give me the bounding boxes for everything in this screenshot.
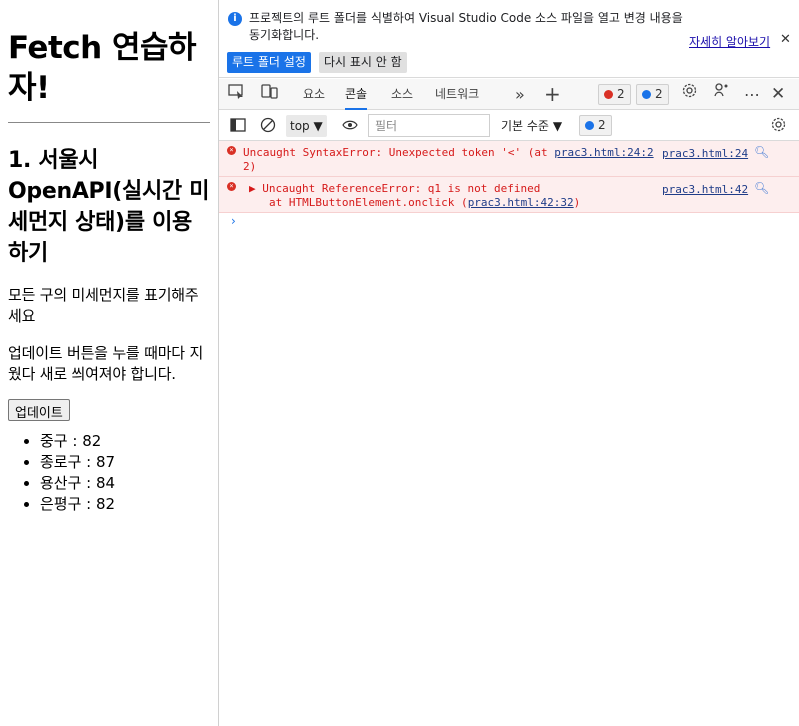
section-heading: 1. 서울시 OpenAPI(실시간 미세먼지 상태)를 이용하기 <box>8 148 210 266</box>
district-list: 중구 : 82 종로구 : 87 용산구 : 84 은평구 : 82 <box>8 431 210 515</box>
search-icon[interactable]: 🔍︎ <box>754 181 769 195</box>
message-icon <box>642 90 651 99</box>
settings-gear-icon[interactable] <box>681 79 698 110</box>
error-text: ▶ Uncaught ReferenceError: q1 is not def… <box>249 182 541 195</box>
sidebar-toggle-icon[interactable] <box>230 111 246 141</box>
error-icon: × <box>227 146 236 155</box>
tab-console[interactable]: 콘솔 <box>345 79 368 110</box>
set-root-folder-button[interactable]: 루트 폴더 설정 <box>227 52 311 73</box>
list-item: 용산구 : 84 <box>40 473 210 494</box>
console-error-message: × Uncaught SyntaxError: Unexpected token… <box>219 141 799 177</box>
stack-frame-text: at HTMLButtonElement.onclick ( <box>269 196 468 209</box>
divider <box>8 122 210 123</box>
close-devtools-icon[interactable]: ✕ <box>771 79 785 110</box>
console-toolbar: top ▼ 기본 수준 ▼ 2 <box>219 111 799 141</box>
tab-elements[interactable]: 요소 <box>303 79 325 110</box>
log-level-value: 기본 수준 <box>501 119 549 133</box>
instruction-paragraph-2: 업데이트 버튼을 누를 때마다 지웠다 새로 씌여져야 합니다. <box>8 344 204 383</box>
inline-source-link[interactable]: prac3.html:24:2 <box>554 146 653 159</box>
infobar-message: 프로젝트의 루트 폴더를 식별하여 Visual Studio Code 소스 … <box>249 11 683 42</box>
context-value: top <box>290 119 310 133</box>
source-link[interactable]: prac3.html:42 <box>662 183 748 197</box>
log-level-select[interactable]: 기본 수준 ▼ <box>501 111 562 141</box>
clear-console-icon[interactable] <box>260 111 276 141</box>
issues-count: 2 <box>598 118 606 132</box>
dont-show-again-button[interactable]: 다시 표시 안 함 <box>319 52 407 73</box>
error-icon: × <box>227 182 236 191</box>
instruction-paragraph-1: 모든 구의 미세먼지를 표기해주세요 <box>8 286 199 325</box>
list-item: 중구 : 82 <box>40 431 210 452</box>
dropdown-arrow-icon: ▼ <box>552 119 563 133</box>
message-count: 2 <box>655 87 663 101</box>
close-icon[interactable]: ✕ <box>780 32 791 47</box>
connect-device-icon[interactable] <box>713 79 730 110</box>
error-text: Uncaught SyntaxError: Unexpected token '… <box>243 146 555 159</box>
search-icon[interactable]: 🔍︎ <box>754 145 769 159</box>
learn-more-link[interactable]: 자세히 알아보기 <box>689 33 770 50</box>
more-options-icon[interactable]: ⋯ <box>744 79 760 110</box>
issues-icon <box>585 121 594 130</box>
console-settings-gear-icon[interactable] <box>770 111 787 141</box>
stack-frame-suffix: ) <box>573 196 581 209</box>
console-error-message[interactable]: × ▶ Uncaught ReferenceError: q1 is not d… <box>219 177 799 213</box>
error-count: 2 <box>617 87 625 101</box>
console-prompt-chevron-icon[interactable]: › <box>231 214 236 228</box>
tab-network[interactable]: 네트워크 <box>435 79 479 110</box>
devtools-panel: i 프로젝트의 루트 폴더를 식별하여 Visual Studio Code 소… <box>218 0 799 726</box>
infobar: i 프로젝트의 루트 폴더를 식별하여 Visual Studio Code 소… <box>219 0 799 78</box>
list-item: 종로구 : 87 <box>40 452 210 473</box>
inline-source-link[interactable]: prac3.html:42:32 <box>468 196 574 209</box>
filter-input[interactable] <box>368 114 490 137</box>
page-title: Fetch 연습하자! <box>8 30 197 106</box>
devtools-tabbar: 요소 콘솔 소스 네트워크 » + 2 2 ⋯ ✕ <box>219 79 799 110</box>
device-emulation-icon[interactable] <box>261 79 278 110</box>
console-output: × Uncaught SyntaxError: Unexpected token… <box>219 141 799 213</box>
dropdown-arrow-icon: ▼ <box>313 119 323 133</box>
error-icon <box>604 90 613 99</box>
info-icon: i <box>228 12 242 26</box>
list-item: 은평구 : 82 <box>40 494 210 515</box>
update-button[interactable]: 업데이트 <box>8 399 70 421</box>
tab-sources[interactable]: 소스 <box>391 79 413 110</box>
web-page: Fetch 연습하자! 1. 서울시 OpenAPI(실시간 미세먼지 상태)를… <box>0 0 218 726</box>
more-tabs-icon[interactable]: » <box>515 79 525 110</box>
error-count-badge[interactable]: 2 <box>598 84 631 105</box>
context-select[interactable]: top ▼ <box>286 115 327 137</box>
source-link[interactable]: prac3.html:24 <box>662 147 748 161</box>
message-count-badge[interactable]: 2 <box>636 84 669 105</box>
issues-count-badge[interactable]: 2 <box>579 115 612 136</box>
inspect-element-icon[interactable] <box>228 79 245 110</box>
live-expression-eye-icon[interactable] <box>342 111 358 141</box>
error-text-continued: 2) <box>243 160 257 173</box>
add-tab-icon[interactable]: + <box>544 79 561 110</box>
